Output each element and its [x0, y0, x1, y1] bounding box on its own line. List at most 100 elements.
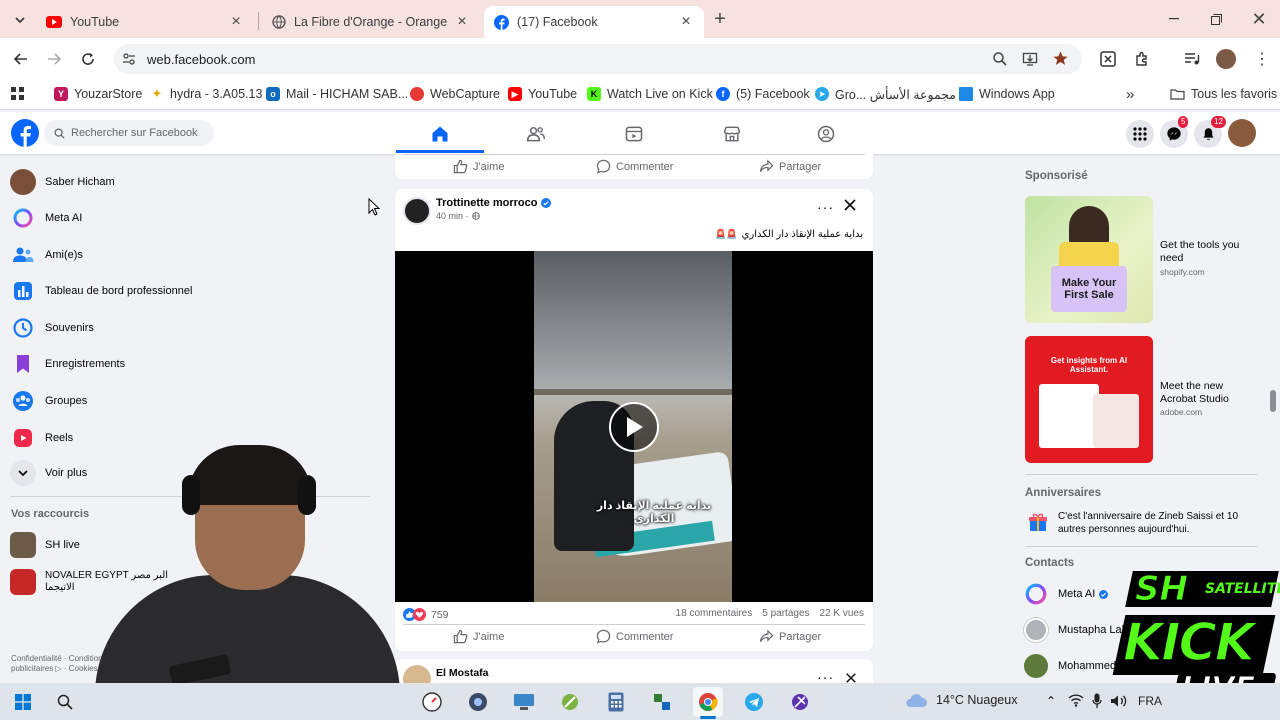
bookmark-webcapture[interactable]: WebCapture: [410, 84, 500, 104]
ad-adobe-image[interactable]: Get insights from AI Assistant.: [1025, 336, 1153, 463]
taskbar-app-chrome[interactable]: [693, 687, 723, 717]
sidebar-item-meta-ai[interactable]: Meta AI: [10, 204, 82, 232]
profile-avatar[interactable]: [1216, 49, 1236, 69]
facebook-search-input[interactable]: Rechercher sur Facebook: [44, 120, 214, 146]
new-tab-button[interactable]: +: [706, 5, 734, 33]
bookmark-star-icon[interactable]: [1052, 50, 1069, 67]
close-window-button[interactable]: ✕: [1245, 5, 1273, 33]
apps-grid-icon[interactable]: [11, 87, 25, 101]
start-button[interactable]: [8, 687, 38, 717]
facebook-logo[interactable]: [11, 119, 39, 147]
sidebar-item-profile[interactable]: Saber Hicham: [10, 168, 115, 196]
taskbar-app-network[interactable]: [647, 687, 677, 717]
taskbar-app-camera[interactable]: [463, 687, 493, 717]
post-author[interactable]: El Mostafa: [436, 667, 489, 679]
taskbar-app-tools[interactable]: [555, 687, 585, 717]
tab-youtube[interactable]: YouTube ×: [36, 6, 254, 38]
ad-shopify-domain[interactable]: shopify.com: [1160, 267, 1205, 277]
tab-facebook[interactable]: (17) Facebook ×: [484, 6, 704, 38]
hide-post-close-icon[interactable]: [843, 198, 857, 212]
site-settings-icon[interactable]: [122, 52, 136, 66]
bookmark-youtube[interactable]: ▶ YouTube: [508, 84, 577, 104]
post-options-icon[interactable]: ···: [817, 199, 834, 215]
post-author[interactable]: Trottinette morroco: [436, 197, 552, 209]
tab-search-button[interactable]: [6, 6, 34, 34]
contact-meta-ai[interactable]: Meta AI: [1024, 579, 1109, 609]
comment-button[interactable]: Commenter: [596, 159, 673, 174]
media-controls-icon[interactable]: [1178, 45, 1206, 73]
sidebar-item-groups[interactable]: Groupes: [10, 387, 87, 415]
back-button[interactable]: [7, 45, 35, 73]
post-timestamp[interactable]: 40 min ·: [436, 211, 480, 221]
extensions-icon[interactable]: [1128, 45, 1156, 73]
like-button[interactable]: J'aime: [453, 159, 504, 174]
screenshot-extension-icon[interactable]: [1094, 45, 1122, 73]
sidebar-item-saved[interactable]: Enregistrements: [10, 350, 125, 378]
bookmark-youzarstore[interactable]: Y YouzarStore: [54, 84, 142, 104]
ad-adobe-title[interactable]: Meet the new Acrobat Studio: [1160, 380, 1250, 405]
shares-count[interactable]: 5 partages: [762, 608, 809, 619]
bookmark-windows-app[interactable]: Windows App: [959, 84, 1055, 104]
footer-links-line2[interactable]: publicitaires ▷ · Cookies: [11, 664, 98, 673]
page-scrollbar-thumb[interactable]: [1270, 390, 1276, 412]
nav-video[interactable]: [594, 118, 674, 150]
all-bookmarks-button[interactable]: Tous les favoris: [1170, 84, 1277, 104]
tab-orange[interactable]: La Fibre d'Orange - Orange ×: [262, 6, 480, 38]
taskbar-app-calculator[interactable]: [601, 687, 631, 717]
ad-shopify-title[interactable]: Get the tools you need: [1160, 239, 1260, 264]
minimize-button[interactable]: [1160, 5, 1188, 33]
nav-home[interactable]: [400, 118, 480, 150]
install-app-icon[interactable]: [1022, 51, 1038, 67]
bookmark-mail[interactable]: o Mail - HICHAM SAB...: [266, 84, 408, 104]
author-avatar[interactable]: [403, 197, 431, 225]
like-button[interactable]: J'aime: [453, 629, 504, 644]
sidebar-item-reels[interactable]: Reels: [10, 424, 73, 452]
close-icon[interactable]: ×: [454, 13, 470, 31]
bookmark-hydra[interactable]: ✦ hydra - 3.A05.13: [150, 84, 263, 104]
bookmark-facebook[interactable]: f (5) Facebook: [716, 84, 810, 104]
sidebar-item-friends[interactable]: Ami(e)s: [10, 241, 83, 269]
ad-adobe-domain[interactable]: adobe.com: [1160, 407, 1202, 417]
close-icon[interactable]: ×: [678, 13, 694, 31]
nav-friends[interactable]: [496, 118, 576, 150]
taskbar-app-satellite[interactable]: [785, 687, 815, 717]
restore-button[interactable]: [1202, 5, 1230, 33]
sidebar-item-dashboard[interactable]: Tableau de bord professionnel: [10, 277, 192, 305]
birthday-text[interactable]: C'est l'anniversaire de Zineb Saissi et …: [1058, 510, 1258, 536]
share-button[interactable]: Partager: [759, 629, 821, 644]
nav-marketplace[interactable]: [692, 118, 772, 150]
more-bookmarks-button[interactable]: »: [1126, 84, 1134, 104]
sidebar-item-memories[interactable]: Souvenirs: [10, 314, 94, 342]
ad-shopify-image[interactable]: Make Your First Sale: [1025, 196, 1153, 323]
browser-menu-icon[interactable]: ⋮: [1248, 45, 1276, 73]
tray-expand-icon[interactable]: ⌃: [1046, 694, 1056, 708]
forward-button[interactable]: [40, 45, 68, 73]
keyboard-language[interactable]: FRA: [1138, 694, 1162, 708]
menu-button[interactable]: [1126, 120, 1154, 148]
wifi-icon[interactable]: [1068, 694, 1084, 707]
share-button[interactable]: Partager: [759, 159, 821, 174]
reload-button[interactable]: [74, 45, 102, 73]
video-player[interactable]: بداية عملية الإنقاذ دار الكداري: [395, 251, 873, 602]
bookmark-group[interactable]: ➤ Gro... مجموعة الأسأش: [815, 84, 956, 104]
taskbar-search-button[interactable]: [50, 687, 80, 717]
address-bar[interactable]: web.facebook.com: [114, 44, 1082, 74]
close-icon[interactable]: ×: [228, 13, 244, 31]
volume-icon[interactable]: [1110, 694, 1128, 708]
see-more-button[interactable]: Voir plus: [10, 459, 87, 487]
zoom-icon[interactable]: [992, 51, 1008, 67]
bookmark-kick[interactable]: K Watch Live on Kick: [587, 84, 713, 104]
nav-groups[interactable]: [786, 118, 866, 150]
weather-widget[interactable]: 14°C Nuageux: [904, 692, 1017, 708]
contact-mohammed[interactable]: Mohammed: [1024, 651, 1116, 681]
play-button[interactable]: [609, 402, 659, 452]
comments-count[interactable]: 18 commentaires: [676, 608, 753, 619]
microphone-icon[interactable]: [1092, 693, 1102, 709]
taskbar-app-speedtest[interactable]: [417, 687, 447, 717]
shortcut-sh-live[interactable]: SH live: [10, 531, 80, 559]
taskbar-app-telegram[interactable]: [739, 687, 769, 717]
comment-button[interactable]: Commenter: [596, 629, 673, 644]
taskbar-app-monitor[interactable]: [509, 687, 539, 717]
account-avatar[interactable]: [1228, 119, 1256, 147]
reactions-summary[interactable]: 759: [403, 608, 449, 621]
